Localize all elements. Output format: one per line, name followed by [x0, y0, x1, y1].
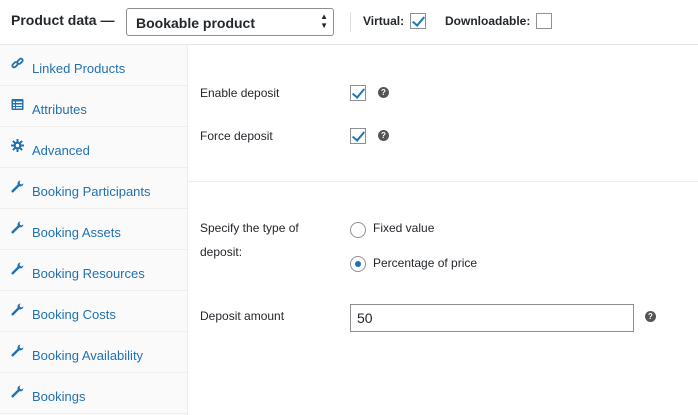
help-icon[interactable]: ?	[378, 87, 389, 98]
tab-label: Booking Resources	[32, 266, 145, 281]
checkmark-icon	[351, 128, 366, 142]
tab-booking-availability[interactable]: Booking Availability	[0, 332, 187, 373]
enable-deposit-label: Enable deposit	[200, 86, 280, 100]
tab-label: Attributes	[32, 102, 87, 117]
product-data-header: Product data — Bookable product ▲ ▼ Virtu…	[0, 0, 698, 45]
product-data-title: Product data —	[11, 12, 115, 28]
downloadable-checkbox[interactable]	[536, 13, 552, 29]
wrench-icon	[11, 180, 24, 193]
select-arrows-icon: ▲ ▼	[320, 12, 328, 30]
wrench-icon	[11, 344, 24, 357]
tab-label: Advanced	[32, 143, 90, 158]
wrench-icon	[11, 385, 24, 398]
product-data-tabs: Linked Products Attributes Advanced Book…	[0, 45, 188, 415]
tab-label: Booking Availability	[32, 348, 144, 363]
enable-deposit-checkbox[interactable]	[350, 85, 366, 101]
help-icon[interactable]: ?	[378, 130, 389, 141]
tab-linked-products[interactable]: Linked Products	[0, 45, 187, 86]
radio-fixed-value-label: Fixed value	[373, 221, 435, 235]
deposit-type-label: Specify the type of	[200, 221, 299, 235]
header-divider	[350, 12, 351, 31]
force-deposit-checkbox[interactable]	[350, 128, 366, 144]
wrench-icon	[11, 221, 24, 234]
radio-selected-dot	[355, 261, 361, 267]
radio-percentage-of-price[interactable]	[350, 256, 366, 272]
downloadable-label: Downloadable:	[445, 14, 531, 28]
tab-label: Booking Assets	[32, 225, 121, 240]
checkmark-icon	[351, 85, 366, 99]
tab-booking-participants[interactable]: Booking Participants	[0, 168, 187, 209]
product-type-select[interactable]: Bookable product ▲ ▼	[126, 8, 334, 36]
deposit-type-label-cont: deposit:	[200, 245, 243, 259]
link-icon	[11, 57, 24, 70]
virtual-label: Virtual:	[363, 14, 405, 28]
tab-booking-costs[interactable]: Booking Costs	[0, 291, 187, 332]
virtual-checkbox[interactable]	[410, 13, 426, 29]
force-deposit-label: Force deposit	[200, 129, 273, 143]
tab-label: Linked Products	[32, 61, 126, 76]
checkmark-icon	[411, 13, 426, 27]
radio-fixed-value[interactable]	[350, 222, 366, 238]
gear-icon	[11, 139, 24, 152]
radio-percentage-label: Percentage of price	[373, 256, 478, 270]
tab-advanced[interactable]: Advanced	[0, 127, 187, 168]
help-icon[interactable]: ?	[645, 311, 656, 322]
deposit-amount-input[interactable]	[350, 304, 634, 332]
tab-booking-resources[interactable]: Booking Resources	[0, 250, 187, 291]
tab-bookings[interactable]: Bookings	[0, 373, 187, 414]
section-divider	[188, 181, 698, 182]
tab-booking-assets[interactable]: Booking Assets	[0, 209, 187, 250]
tab-label: Bookings	[32, 389, 86, 404]
deposit-amount-label: Deposit amount	[200, 309, 285, 323]
wrench-icon	[11, 303, 24, 316]
product-type-value: Bookable product	[136, 15, 256, 31]
deposit-settings-panel: Enable deposit ? Force deposit ? Specify…	[188, 45, 698, 415]
tab-attributes[interactable]: Attributes	[0, 86, 187, 127]
wrench-icon	[11, 262, 24, 275]
tab-label: Booking Participants	[32, 184, 151, 199]
list-icon	[11, 98, 24, 111]
tab-label: Booking Costs	[32, 307, 116, 322]
